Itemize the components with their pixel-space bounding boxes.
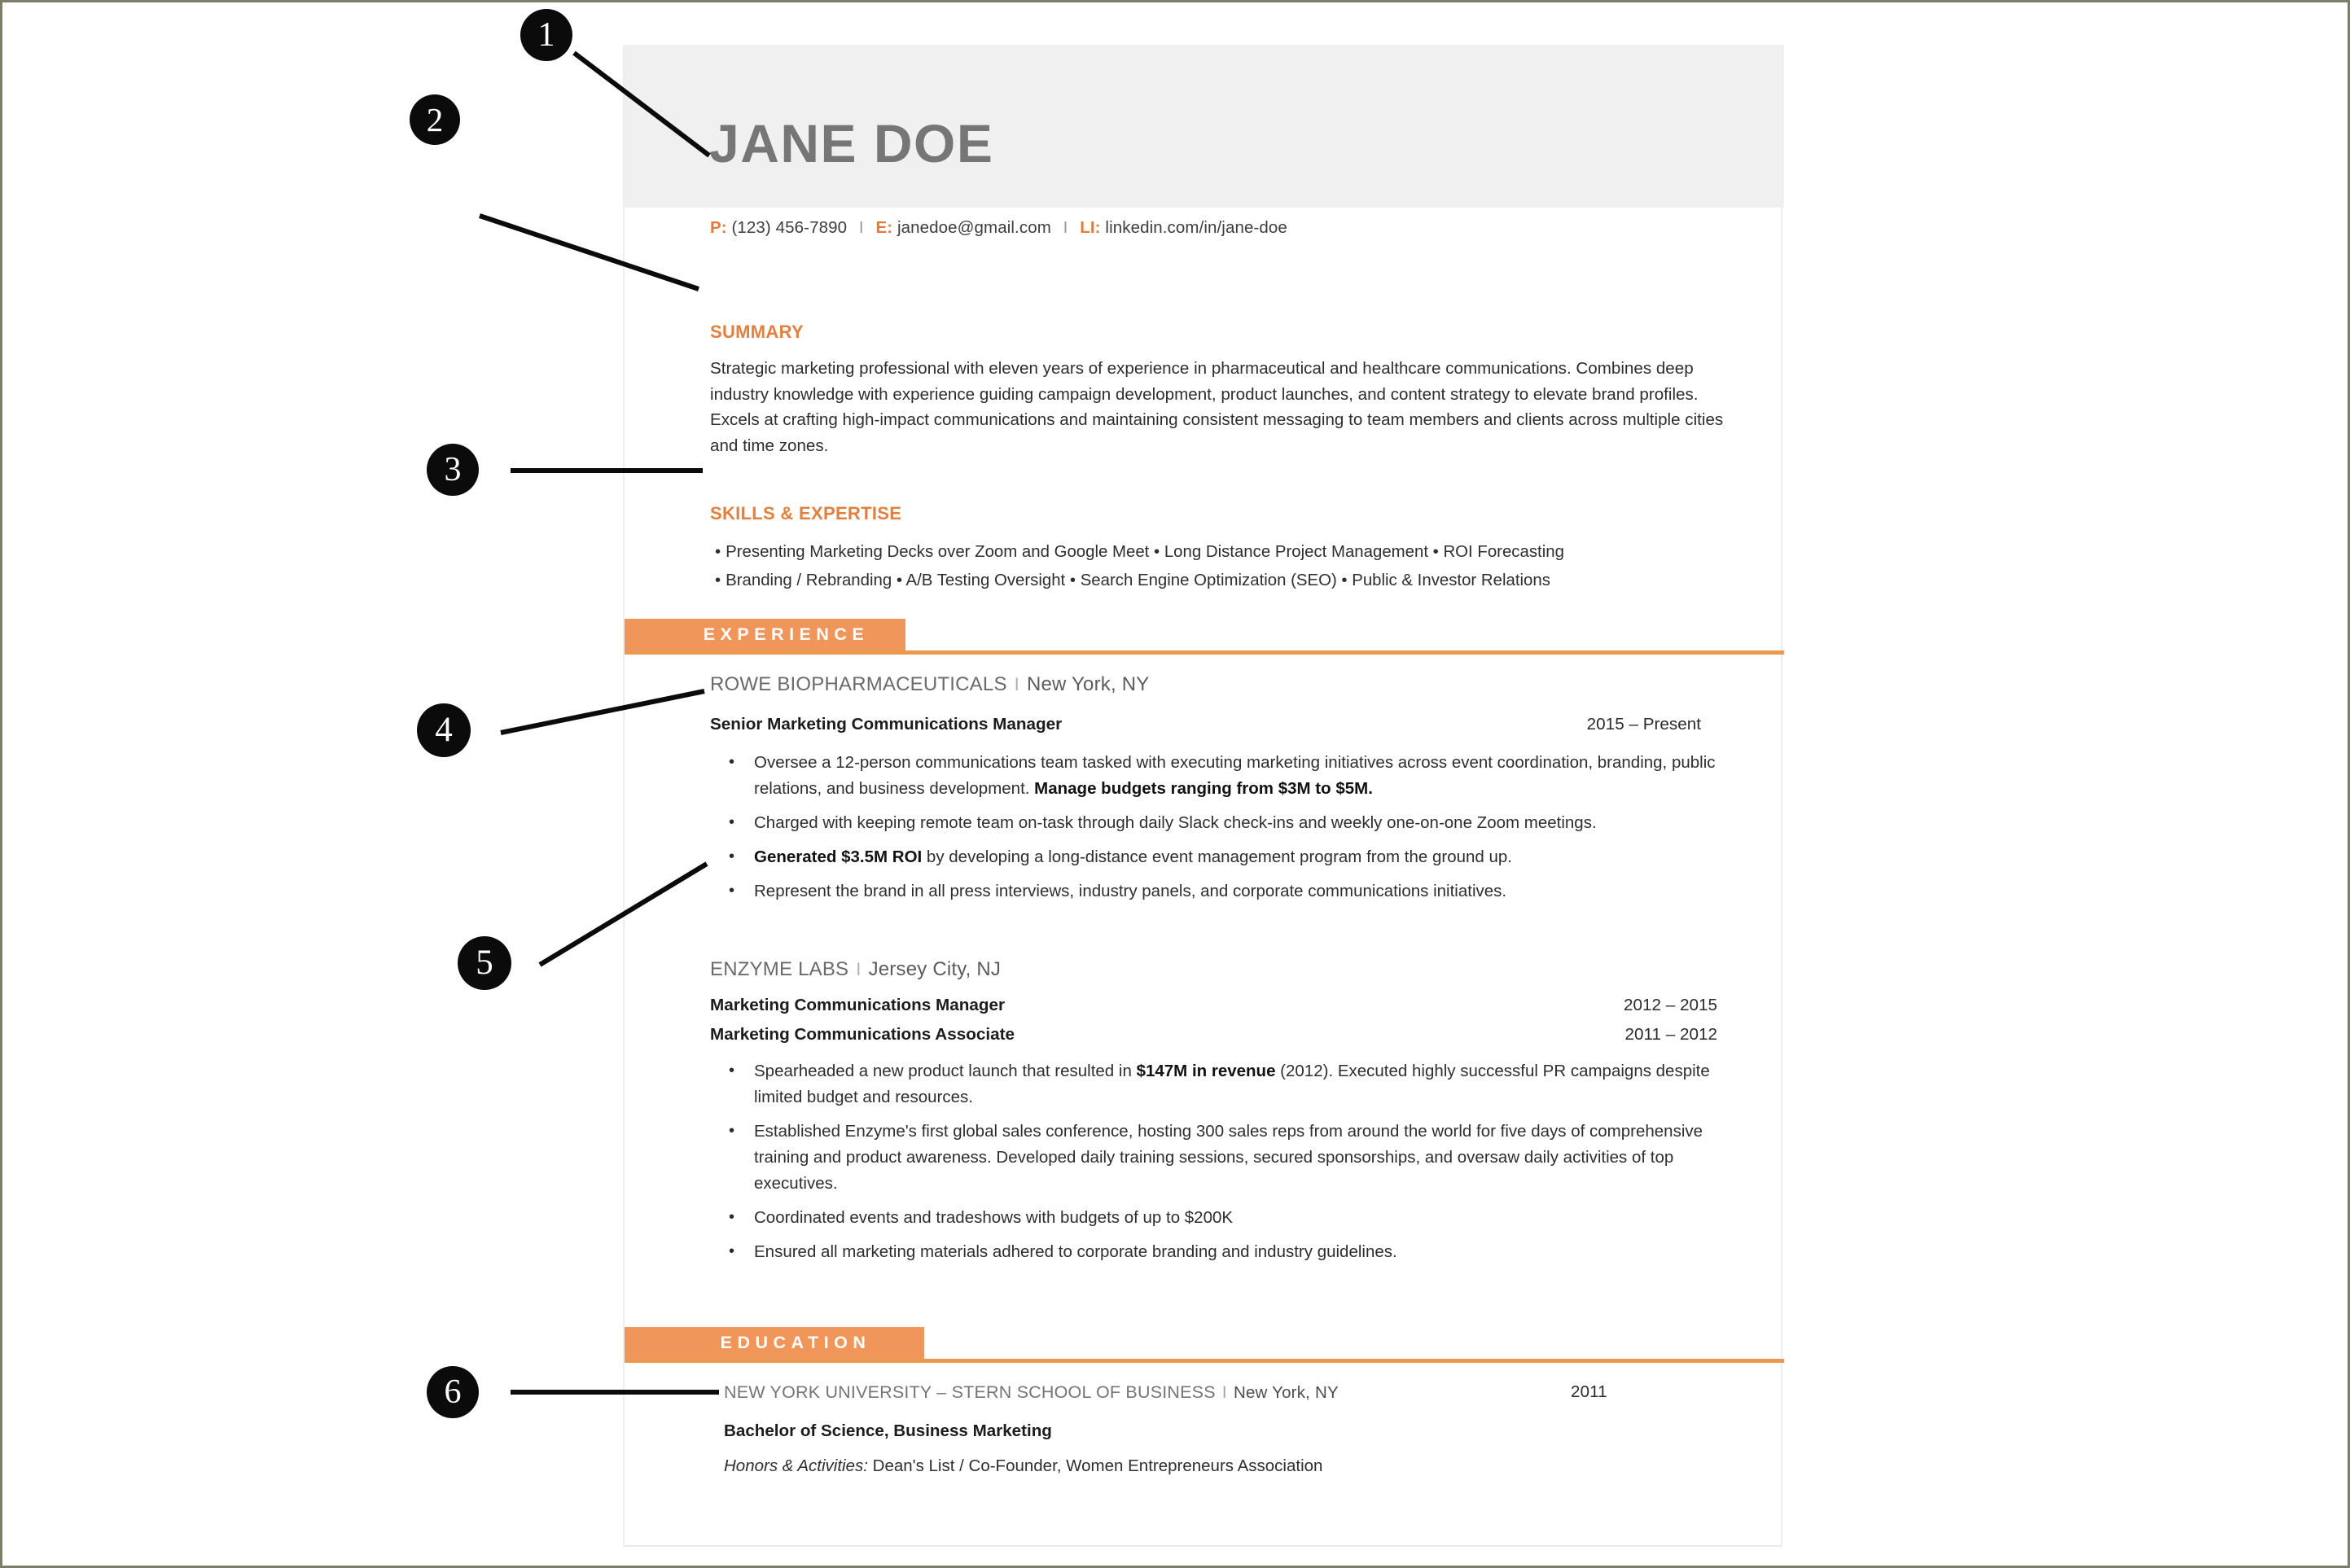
job-company-name-0: ROWE BIOPHARMACEUTICALS [710,673,1007,695]
education-section-band: EDUCATION [625,1327,1784,1363]
job-location-1: Jersey City, NJ [868,958,1002,980]
skills-row-2-text: Branding / Rebranding • A/B Testing Over… [726,572,1550,589]
name-band: JANE DOE [625,45,1784,208]
contact-separator-1: I [858,218,864,237]
job-title-row-1-0: Marketing Communications Manager 2012 – … [710,996,1740,1015]
list-item: Charged with keeping remote team on-task… [724,809,1742,836]
bullet-text-bold: $147M in revenue [1136,1062,1276,1080]
job-title-1-0: Marketing Communications Manager [710,996,1006,1014]
linkedin-value: linkedin.com/in/jane-doe [1105,218,1287,237]
callout-marker-4[interactable]: 4 [417,703,471,757]
experience-band-label: EXPERIENCE [703,624,870,644]
bullet-text-bold: Manage budgets ranging from $3M to $5M. [1034,779,1373,798]
skills-bullet-icon-1: • [715,543,721,561]
screenshot-canvas: JANE DOE P: (123) 456-7890 I E: janedoe@… [0,0,2350,1568]
callout-marker-2[interactable]: 2 [410,94,460,145]
list-item: Coordinated events and tradeshows with b… [724,1204,1742,1231]
education-band-label: EDUCATION [720,1333,871,1352]
education-honors: Honors & Activities: Dean's List / Co-Fo… [724,1456,1322,1476]
education-honors-label: Honors & Activities: [724,1456,868,1475]
list-item: Generated $3.5M ROI by developing a long… [724,843,1742,870]
summary-heading: SUMMARY [710,322,804,342]
contact-separator-2: I [1063,218,1068,237]
job-company-1: ENZYME LABS I Jersey City, NJ [710,958,1001,981]
job-location-0: New York, NY [1026,673,1150,695]
job-title-1-1: Marketing Communications Associate [710,1025,1015,1044]
skills-row-1: • Presenting Marketing Decks over Zoom an… [710,543,1744,562]
job-dates-1-0: 2012 – 2015 [1623,996,1717,1014]
education-location: New York, NY [1233,1383,1339,1402]
email-label: E: [875,218,893,237]
job-dates-1-1: 2011 – 2012 [1624,1025,1717,1044]
experience-section-band: EXPERIENCE [625,619,1784,655]
job-bullets-0: Oversee a 12-person communications team … [724,749,1742,913]
skills-heading: SKILLS & EXPERTISE [710,503,902,523]
education-band-rule [625,1359,1784,1363]
job-title-row-0-0: Senior Marketing Communications Manager … [710,715,1740,734]
bullet-text-post: by developing a long-distance event mana… [922,848,1512,866]
skills-bullet-icon-2: • [715,572,721,589]
phone-label: P: [710,218,727,237]
job-title-row-1-1: Marketing Communications Associate 2011 … [710,1025,1740,1045]
list-item: Established Enzyme's first global sales … [724,1118,1742,1197]
bullet-text-pre: Ensured all marketing materials adhered … [754,1242,1397,1261]
summary-body: Strategic marketing professional with el… [710,359,1724,455]
phone-value: (123) 456-7890 [731,218,848,237]
contact-line: P: (123) 456-7890 I E: janedoe@gmail.com… [710,218,1287,238]
skills-row-2: • Branding / Rebranding • A/B Testing Ove… [710,572,1744,590]
callout-marker-1[interactable]: 1 [520,9,572,61]
resume-page: JANE DOE P: (123) 456-7890 I E: janedoe@… [623,45,1784,1547]
page-title: JANE DOE [709,113,994,173]
job-separator-1: I [856,959,862,979]
email-value: janedoe@gmail.com [897,218,1051,237]
bullet-text-pre: Established Enzyme's first global sales … [754,1122,1703,1193]
list-item: Oversee a 12-person communications team … [724,749,1742,802]
linkedin-label: LI: [1080,218,1101,237]
education-school-row: NEW YORK UNIVERSITY – STERN SCHOOL OF BU… [724,1382,1742,1403]
bullet-text-bold: Generated $3.5M ROI [754,848,923,866]
job-dates-0-0: 2015 – Present [1586,715,1701,734]
job-company-0: ROWE BIOPHARMACEUTICALS I New York, NY [710,673,1149,696]
bullet-text-pre: Coordinated events and tradeshows with b… [754,1208,1234,1227]
bullet-text-pre: Represent the brand in all press intervi… [754,882,1507,900]
callout-marker-5[interactable]: 5 [458,936,511,990]
callout-marker-6[interactable]: 6 [427,1366,479,1418]
education-separator: I [1221,1382,1227,1402]
list-item: Ensured all marketing materials adhered … [724,1238,1742,1265]
education-school-name: NEW YORK UNIVERSITY – STERN SCHOOL OF BU… [724,1382,1216,1402]
job-company-name-1: ENZYME LABS [710,958,849,980]
job-bullets-1: Spearheaded a new product launch that re… [724,1058,1742,1273]
job-title-0-0: Senior Marketing Communications Manager [710,715,1063,734]
education-honors-value: Dean's List / Co-Founder, Women Entrepre… [867,1456,1323,1475]
bullet-text-pre: Spearheaded a new product launch that re… [754,1062,1137,1080]
bullet-text-pre: Charged with keeping remote team on-task… [754,813,1597,832]
education-degree: Bachelor of Science, Business Marketing [724,1421,1052,1440]
list-item: Spearheaded a new product launch that re… [724,1058,1742,1110]
education-year: 2011 [1571,1382,1607,1401]
callout-marker-3[interactable]: 3 [427,444,479,496]
experience-band-rule [625,650,1784,655]
skills-row-1-text: Presenting Marketing Decks over Zoom and… [726,543,1564,561]
job-separator-0: I [1014,674,1019,694]
list-item: Represent the brand in all press intervi… [724,878,1742,904]
